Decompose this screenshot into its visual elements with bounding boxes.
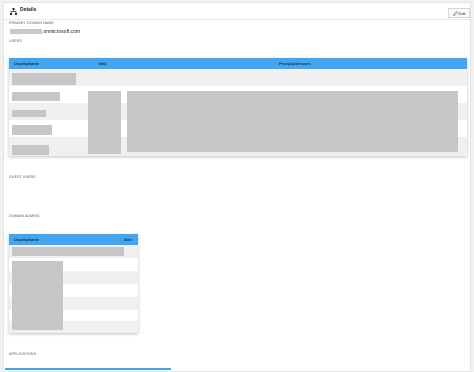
redacted-displayname: [12, 92, 60, 101]
column-displayname: DisplayName: [14, 237, 40, 242]
applications-label: APPLICATIONS: [9, 352, 37, 356]
applications-table-header: [5, 368, 171, 370]
guest-users-label: GUEST USERS: [9, 175, 36, 179]
domain-admins-table: DisplayName Mail: [9, 234, 138, 333]
redacted-displayname: [12, 145, 49, 155]
pencil-icon: [452, 10, 458, 16]
domain-admins-table-header: DisplayName Mail: [9, 234, 138, 245]
users-label: USERS: [9, 39, 22, 43]
redacted-displayname: [12, 110, 46, 117]
primary-domain-suffix: .onmicrosoft.com: [42, 28, 81, 35]
redacted-displayname: [12, 125, 52, 135]
domain-admins-label: DOMAIN ADMINS: [9, 214, 40, 218]
edit-button[interactable]: Edit: [448, 8, 470, 18]
redacted-proxyaddresses: [127, 91, 458, 152]
column-displayname: DisplayName: [14, 61, 40, 66]
primary-domain-label: PRIMARY DOMAIN NAME: [9, 21, 54, 25]
users-table-header: DisplayName Mail ProxyAddresses: [9, 58, 467, 69]
redacted-domain-prefix: [10, 29, 42, 34]
primary-domain-value: .onmicrosoft.com: [10, 28, 80, 35]
redacted-displayname: [12, 73, 76, 85]
details-header: Details Edit: [4, 3, 472, 20]
column-proxyaddresses: ProxyAddresses: [279, 61, 311, 66]
column-mail: Mail: [99, 61, 107, 66]
table-row[interactable]: [9, 69, 467, 86]
users-table: DisplayName Mail ProxyAddresses: [9, 58, 467, 156]
sitemap-icon: [10, 8, 17, 15]
redacted-mail: [88, 91, 121, 154]
column-mail: Mail: [124, 237, 132, 242]
details-panel: Details Edit PRIMARY DOMAIN NAME .onmicr…: [3, 2, 472, 372]
redacted-admin-entry: [12, 261, 63, 330]
redacted-admin-entry: [12, 247, 124, 256]
edit-button-label: Edit: [458, 10, 466, 16]
page-title: Details: [20, 7, 37, 13]
